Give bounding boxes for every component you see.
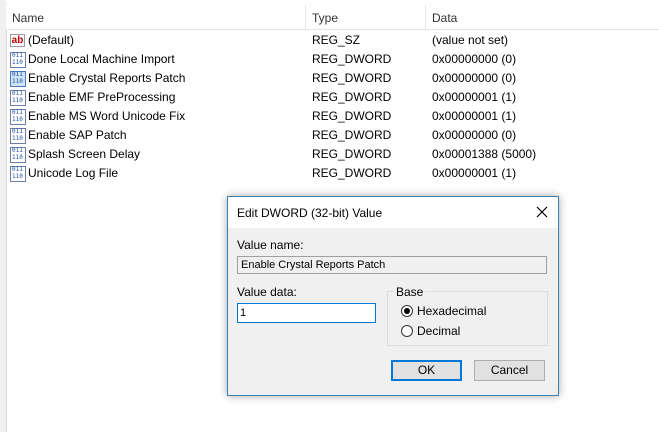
value-name: Splash Screen Delay [28, 147, 141, 161]
list-item[interactable]: 011 110 Splash Screen Delay REG_DWORD 0x0… [6, 145, 659, 164]
base-groupbox [387, 291, 548, 346]
column-header-name[interactable]: Name [12, 11, 44, 25]
string-value-icon: ab [10, 34, 25, 47]
list-item[interactable]: ab (Default) REG_SZ (value not set) [6, 31, 659, 50]
column-divider[interactable] [425, 5, 426, 29]
value-name: Enable MS Word Unicode Fix [28, 109, 186, 123]
hexadecimal-radio[interactable] [401, 305, 413, 317]
binary-value-icon: 011 110 [10, 166, 26, 182]
list-header: Name Type Data [6, 5, 659, 30]
ok-button[interactable]: OK [391, 360, 462, 381]
column-divider[interactable] [305, 5, 306, 29]
value-name: Enable SAP Patch [28, 128, 127, 142]
edit-dword-dialog: Edit DWORD (32-bit) Value Value name: En… [227, 196, 559, 396]
value-data: 0x00000001 (1) [432, 166, 517, 180]
list-item[interactable]: 011 110 Enable EMF PreProcessing REG_DWOR… [6, 88, 659, 107]
column-header-data[interactable]: Data [432, 11, 457, 25]
value-type: REG_DWORD [312, 166, 392, 180]
value-type: REG_DWORD [312, 147, 392, 161]
value-name: Unicode Log File [28, 166, 119, 180]
value-type: REG_DWORD [312, 128, 392, 142]
value-name-field: Enable Crystal Reports Patch [237, 256, 547, 274]
column-header-type[interactable]: Type [312, 11, 338, 25]
binary-value-icon: 011 110 [10, 71, 26, 87]
value-data-label: Value data: [237, 285, 297, 299]
decimal-radio[interactable] [401, 325, 413, 337]
value-data: 0x00000000 (0) [432, 52, 517, 66]
close-button[interactable] [526, 197, 558, 228]
binary-value-icon: 011 110 [10, 90, 26, 106]
value-type: REG_DWORD [312, 109, 392, 123]
value-name-text: Enable Crystal Reports Patch [241, 259, 386, 271]
hexadecimal-label[interactable]: Hexadecimal [417, 304, 486, 318]
value-data-input[interactable] [237, 303, 376, 323]
radio-selected-dot [404, 308, 410, 314]
decimal-label[interactable]: Decimal [417, 324, 460, 338]
dialog-title: Edit DWORD (32-bit) Value [237, 206, 383, 220]
value-data: 0x00000000 (0) [432, 71, 517, 85]
binary-value-icon: 011 110 [10, 147, 26, 163]
value-name: Enable EMF PreProcessing [28, 90, 176, 104]
value-name-label: Value name: [237, 238, 304, 252]
value-data: 0x00000000 (0) [432, 128, 517, 142]
value-data: (value not set) [432, 33, 509, 47]
list-item[interactable]: 011 110 Done Local Machine Import REG_DWO… [6, 50, 659, 69]
value-name: Done Local Machine Import [28, 52, 175, 66]
value-type: REG_DWORD [312, 52, 392, 66]
value-name: (Default) [28, 33, 75, 47]
binary-value-icon: 011 110 [10, 128, 26, 144]
value-type: REG_DWORD [312, 71, 392, 85]
list-item[interactable]: 011 110 Enable SAP Patch REG_DWORD 0x0000… [6, 126, 659, 145]
value-type: REG_DWORD [312, 90, 392, 104]
list-item[interactable]: 011 110 Enable MS Word Unicode Fix REG_DW… [6, 107, 659, 126]
binary-value-icon: 011 110 [10, 109, 26, 125]
close-icon [536, 206, 548, 218]
value-type: REG_SZ [312, 33, 361, 47]
binary-value-icon: 011 110 [10, 52, 26, 68]
dialog-titlebar[interactable]: Edit DWORD (32-bit) Value [228, 197, 558, 228]
list-item[interactable]: 011 110 Unicode Log File REG_DWORD 0x0000… [6, 164, 659, 183]
value-data: 0x00000001 (1) [432, 90, 517, 104]
cancel-button[interactable]: Cancel [474, 360, 545, 381]
value-data: 0x00001388 (5000) [432, 147, 537, 161]
top-edge [6, 0, 659, 4]
base-label: Base [394, 285, 426, 299]
value-data: 0x00000001 (1) [432, 109, 517, 123]
value-name: Enable Crystal Reports Patch [28, 71, 186, 85]
list-item-selected[interactable]: 011 110 Enable Crystal Reports Patch REG_… [6, 69, 659, 88]
